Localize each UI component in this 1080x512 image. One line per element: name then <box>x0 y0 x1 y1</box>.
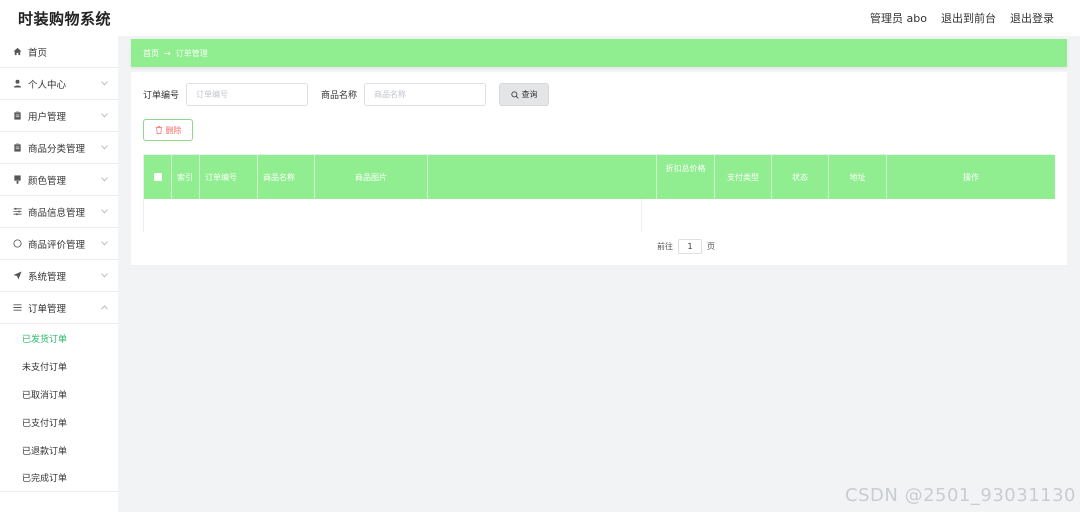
sidebar-item-label: 商品评价管理 <box>28 239 86 251</box>
sidebar: 首页 个人中心 用户管理 商品分类管理 颜色管理 商品信息管理 商品评价管理 系… <box>0 36 118 512</box>
chevron-up-icon <box>100 304 108 312</box>
page-jump-input[interactable] <box>678 239 702 254</box>
app-title: 时装购物系统 <box>18 9 112 28</box>
breadcrumb: 首页 → 订单管理 <box>131 39 1067 67</box>
breadcrumb-home[interactable]: 首页 <box>143 48 159 59</box>
order-no-input[interactable] <box>186 83 309 106</box>
th-order-no: 订单编号 <box>200 155 258 199</box>
trash-icon <box>155 126 162 134</box>
sidebar-subitem-refunded-orders[interactable]: 已退款订单 <box>0 436 118 464</box>
sidebar-item-label: 订单管理 <box>28 303 67 315</box>
goto-label: 前往 <box>657 242 673 251</box>
sidebar-subitem-paid-orders[interactable]: 已支付订单 <box>0 408 118 436</box>
sidebar-item-product-info[interactable]: 商品信息管理 <box>0 196 118 228</box>
th-product-name: 商品名称 <box>258 155 315 199</box>
chevron-down-icon <box>100 240 108 248</box>
arrow-right-icon: → <box>164 48 171 58</box>
top-bar: 时装购物系统 管理员 abo 退出到前台 退出登录 <box>0 0 1080 36</box>
circle-icon <box>12 239 22 249</box>
pagination: 前往 页 <box>657 239 715 254</box>
th-actions: 操作 <box>963 172 979 182</box>
search-button[interactable]: 查询 <box>499 83 550 106</box>
sliders-icon <box>12 207 22 217</box>
sidebar-item-label: 商品信息管理 <box>28 207 86 219</box>
back-to-front-link[interactable]: 退出到前台 <box>941 10 996 26</box>
chevron-down-icon <box>100 272 108 280</box>
watermark: CSDN @2501_93031130 <box>845 485 1076 506</box>
user-icon <box>12 79 22 89</box>
th-status: 状态 <box>772 155 829 199</box>
delete-button-label: 删除 <box>165 125 182 135</box>
main-panel: 订单编号 商品名称 查询 删除 索引 订单编号 商品名称 商品图片 折扣总价格 … <box>131 72 1067 265</box>
send-icon <box>12 271 22 281</box>
clipboard-icon <box>12 143 22 153</box>
logout-link[interactable]: 退出登录 <box>1010 10 1054 26</box>
brush-icon <box>12 175 22 185</box>
sidebar-item-label: 用户管理 <box>28 111 67 123</box>
select-all-checkbox[interactable] <box>153 173 162 181</box>
breadcrumb-current: 订单管理 <box>175 48 208 58</box>
order-no-label: 订单编号 <box>143 91 180 101</box>
home-icon <box>12 47 22 57</box>
admin-name[interactable]: 管理员 abo <box>870 10 927 26</box>
chevron-down-icon <box>100 208 108 216</box>
sidebar-item-label: 系统管理 <box>28 271 67 283</box>
sidebar-item-label: 颜色管理 <box>28 175 67 187</box>
sidebar-item-system[interactable]: 系统管理 <box>0 260 118 292</box>
sidebar-item-label: 首页 <box>28 47 48 59</box>
table-body <box>144 199 1055 232</box>
clipboard-icon <box>12 111 22 121</box>
th-pay-type: 支付类型 <box>715 155 772 199</box>
sidebar-item-label: 商品分类管理 <box>28 143 86 155</box>
th-discount-total: 折扣总价格 <box>657 155 715 199</box>
sidebar-item-users[interactable]: 用户管理 <box>0 100 118 132</box>
sidebar-subitem-unpaid-orders[interactable]: 未支付订单 <box>0 352 118 380</box>
search-button-label: 查询 <box>521 90 538 99</box>
th-select-all <box>144 155 172 199</box>
page-unit-label: 页 <box>707 242 715 251</box>
column-divider <box>641 199 642 232</box>
sidebar-subitem-cancelled-orders[interactable]: 已取消订单 <box>0 380 118 408</box>
chevron-down-icon <box>100 112 108 120</box>
filter-row: 订单编号 商品名称 查询 <box>143 83 550 106</box>
sidebar-item-home[interactable]: 首页 <box>0 36 118 68</box>
delete-button[interactable]: 删除 <box>143 119 193 141</box>
chevron-down-icon <box>100 144 108 152</box>
sidebar-item-orders[interactable]: 订单管理 <box>0 292 118 324</box>
chevron-down-icon <box>100 176 108 184</box>
search-icon <box>510 90 519 99</box>
sidebar-item-category[interactable]: 商品分类管理 <box>0 132 118 164</box>
list-icon <box>12 303 22 313</box>
chevron-down-icon <box>100 80 108 88</box>
table-header: 索引 订单编号 商品名称 商品图片 折扣总价格 支付类型 状态 地址 操作 <box>144 155 1055 199</box>
th-index: 索引 <box>172 155 200 199</box>
top-links: 管理员 abo 退出到前台 退出登录 <box>870 10 1054 26</box>
sidebar-item-reviews[interactable]: 商品评价管理 <box>0 228 118 260</box>
sidebar-subitem-shipped-orders[interactable]: 已发货订单 <box>0 324 118 352</box>
th-address: 地址 <box>829 155 887 199</box>
product-name-label: 商品名称 <box>321 91 358 101</box>
orders-table: 索引 订单编号 商品名称 商品图片 折扣总价格 支付类型 状态 地址 操作 <box>143 154 1055 232</box>
sidebar-item-color[interactable]: 颜色管理 <box>0 164 118 196</box>
sidebar-subitem-completed-orders[interactable]: 已完成订单 <box>0 464 118 492</box>
sidebar-item-personal[interactable]: 个人中心 <box>0 68 118 100</box>
sidebar-item-label: 个人中心 <box>28 79 67 91</box>
th-product-image: 商品图片 <box>315 155 428 199</box>
product-name-input[interactable] <box>364 83 487 106</box>
th-blank <box>428 155 657 199</box>
